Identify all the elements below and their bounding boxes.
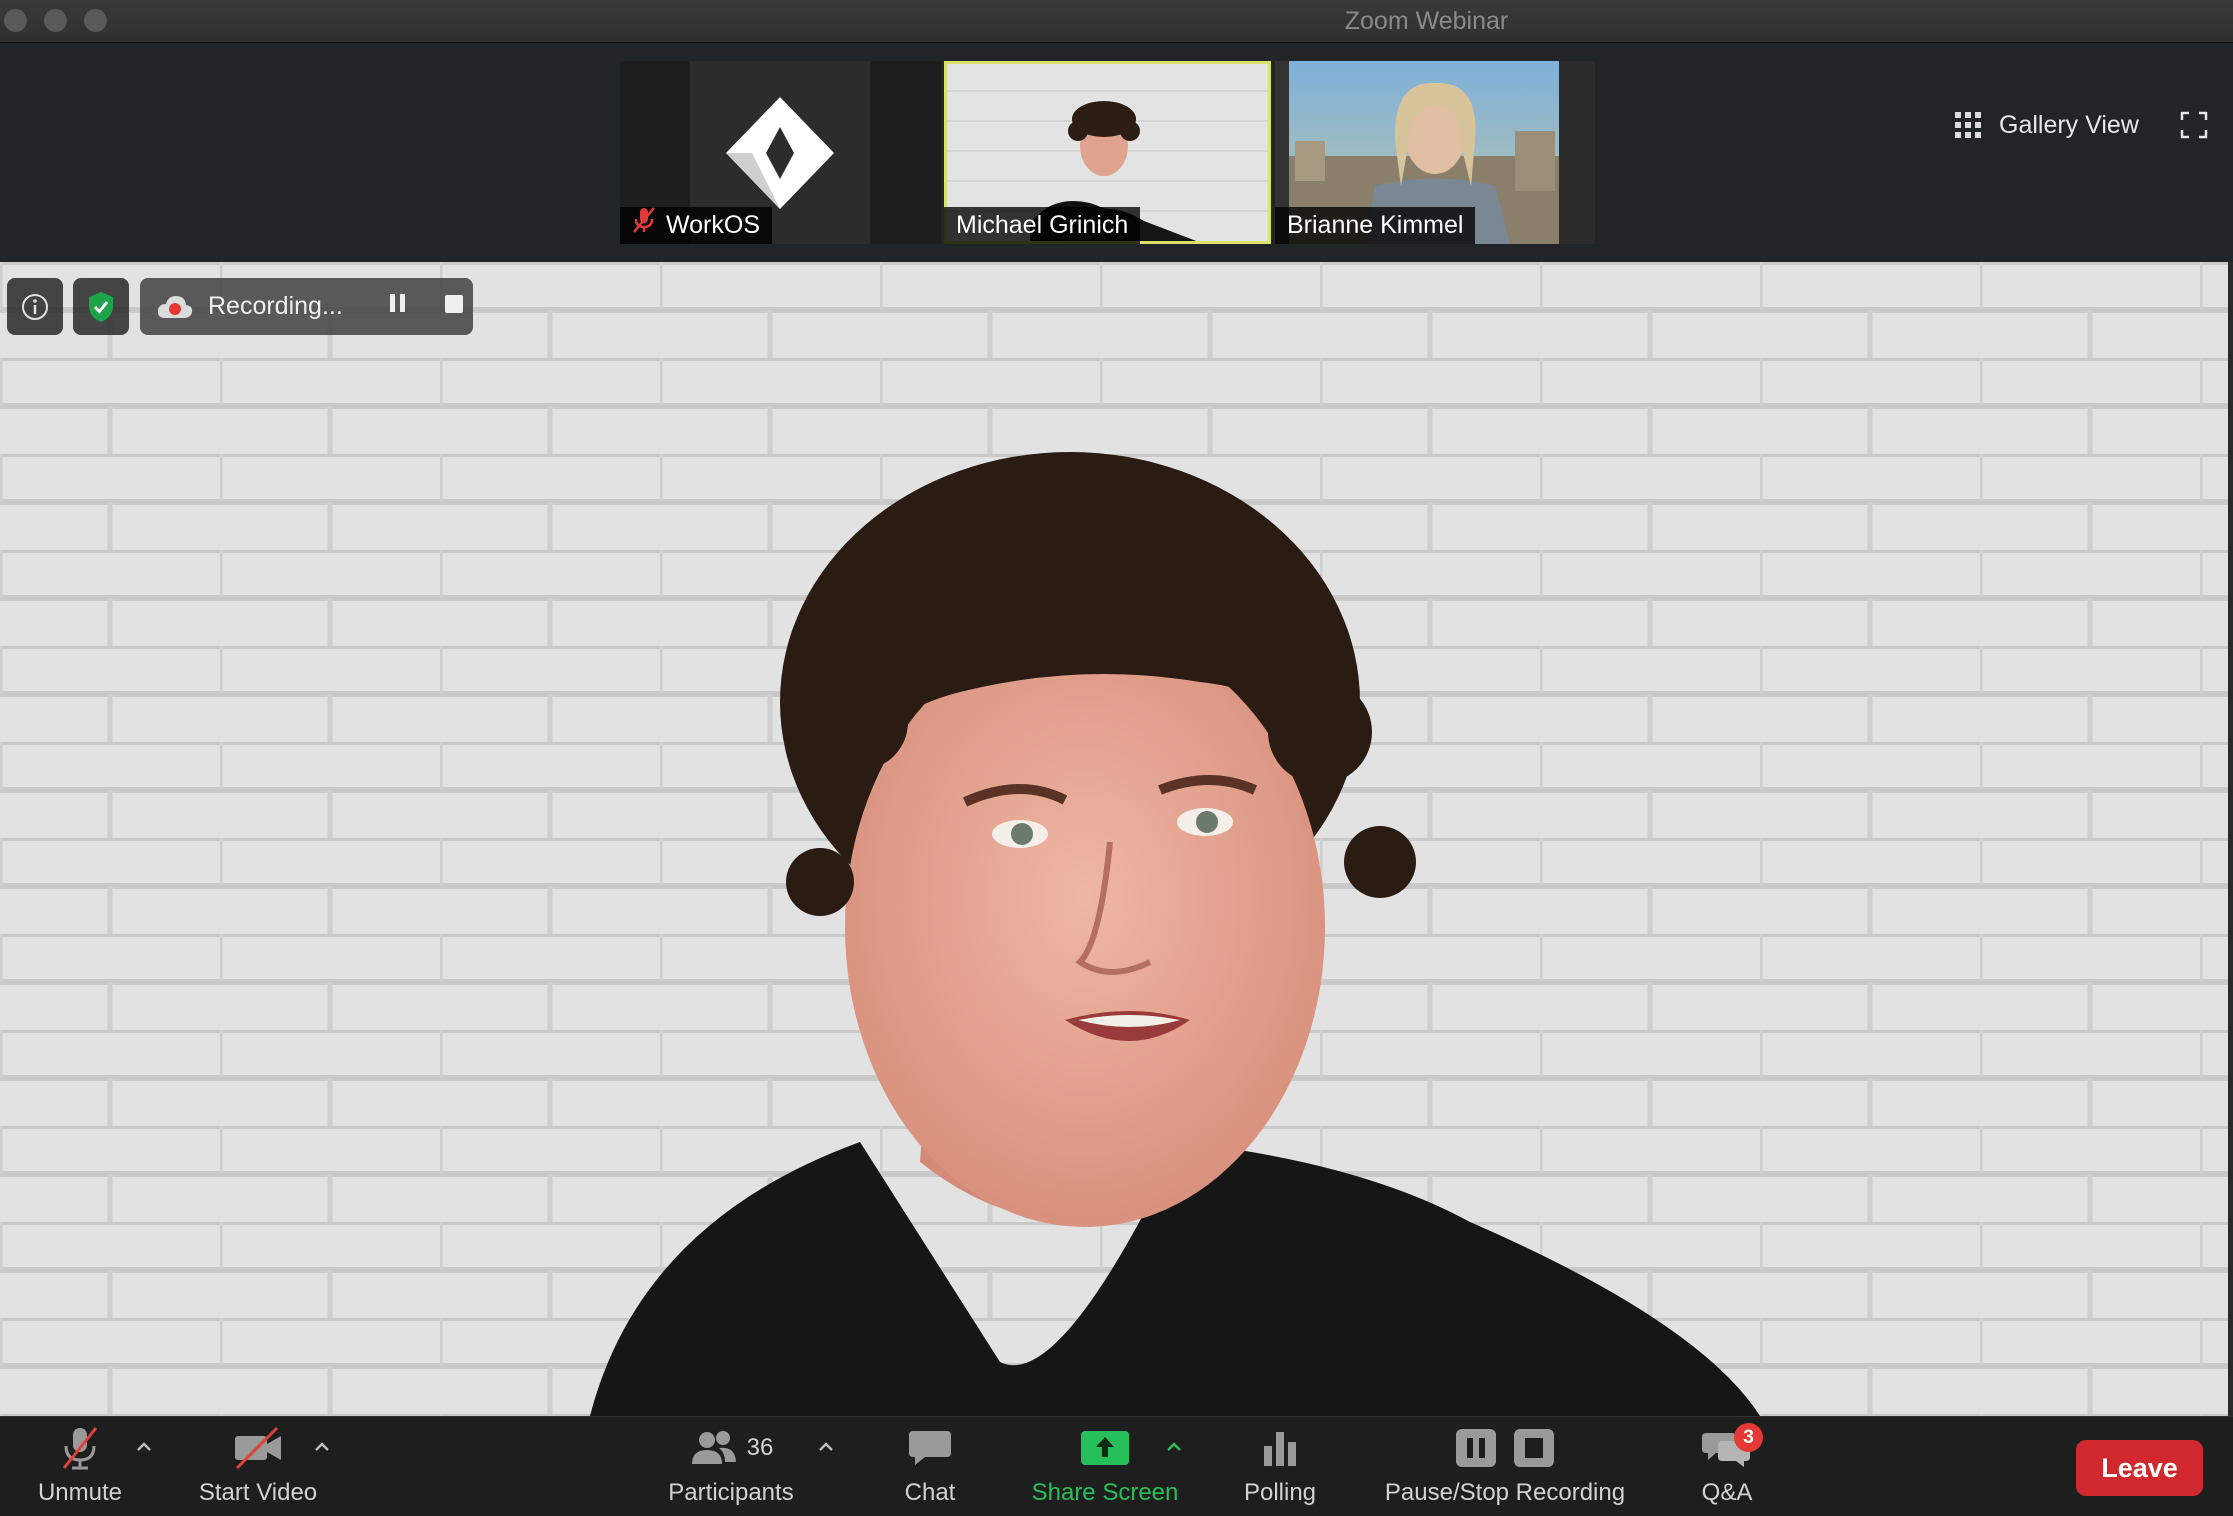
video-off-icon <box>235 1426 281 1470</box>
chat-icon <box>909 1431 951 1465</box>
participant-name: Michael Grinich <box>956 211 1129 239</box>
grid-icon <box>1955 112 1981 138</box>
start-video-label: Start Video <box>198 1479 318 1506</box>
share-screen-icon <box>1081 1431 1129 1465</box>
participant-name: WorkOS <box>666 211 760 239</box>
gallery-view-button[interactable]: Gallery View <box>1955 105 2139 145</box>
participants-label: Participants <box>668 1479 794 1506</box>
active-speaker-video <box>0 262 2228 1416</box>
participants-options-chevron-icon[interactable] <box>814 1435 838 1459</box>
participants-icon <box>691 1431 736 1464</box>
pause-stop-recording-label: Pause/Stop Recording <box>1384 1479 1626 1506</box>
chat-button[interactable]: Chat <box>890 1417 970 1516</box>
participant-tile-workos[interactable]: WorkOS <box>620 61 941 244</box>
stop-icon <box>445 295 463 313</box>
audio-options-chevron-icon[interactable] <box>132 1435 156 1459</box>
qa-label: Q&A <box>1701 1479 1753 1506</box>
window-title: Zoom Webinar <box>1344 7 1509 35</box>
mic-muted-icon <box>632 206 656 244</box>
meeting-toolbar: Unmute Start Video 36 Participants Chat … <box>0 1416 2233 1516</box>
window-title-bar: Zoom Webinar <box>0 0 2233 43</box>
recording-status-text: Recording... <box>208 292 343 320</box>
stop-recording-button[interactable] <box>444 292 464 321</box>
participant-tile-michael-grinich[interactable]: Michael Grinich <box>944 61 1271 244</box>
video-options-chevron-icon[interactable] <box>310 1435 334 1459</box>
info-icon <box>22 293 48 320</box>
security-button[interactable] <box>73 278 129 335</box>
mic-muted-icon <box>62 1427 98 1470</box>
gallery-strip: WorkOS Michael Grinich Brianne Kimmel Ga… <box>0 43 2233 262</box>
window-edge <box>2228 262 2233 1416</box>
polling-label: Polling <box>1243 1479 1317 1506</box>
pause-recording-icon <box>1456 1429 1496 1467</box>
pause-icon <box>390 294 405 312</box>
participant-name-tag: Brianne Kimmel <box>1275 207 1476 244</box>
share-screen-label: Share Screen <box>1031 1479 1179 1506</box>
shield-icon <box>89 291 113 322</box>
pause-stop-recording-button[interactable]: Pause/Stop Recording <box>1374 1417 1636 1516</box>
chat-label: Chat <box>904 1479 956 1506</box>
cloud-record-icon <box>157 295 193 318</box>
polling-button[interactable]: Polling <box>1236 1417 1324 1516</box>
gallery-view-label: Gallery View <box>1999 110 2139 139</box>
participants-count: 36 <box>746 1434 774 1461</box>
participants-button[interactable]: 36 Participants <box>660 1417 802 1516</box>
qa-notification-badge: 3 <box>1734 1423 1763 1452</box>
fullscreen-icon[interactable] <box>2180 111 2208 139</box>
unmute-button[interactable]: Unmute <box>28 1417 132 1516</box>
stop-recording-icon <box>1514 1429 1554 1467</box>
start-video-button[interactable]: Start Video <box>190 1417 326 1516</box>
meeting-info-button[interactable] <box>7 278 63 335</box>
leave-button[interactable]: Leave <box>2076 1440 2203 1496</box>
speaker-video-frame <box>0 262 2228 1416</box>
recording-status-bar: Recording... <box>140 278 473 335</box>
share-screen-button[interactable]: Share Screen <box>1028 1417 1182 1516</box>
polling-icon <box>1264 1432 1296 1466</box>
pause-recording-button[interactable] <box>388 292 408 321</box>
share-options-chevron-icon[interactable] <box>1162 1435 1186 1459</box>
participant-tile-brianne-kimmel[interactable]: Brianne Kimmel <box>1275 61 1595 244</box>
participant-name: Brianne Kimmel <box>1287 211 1464 239</box>
participant-name-tag: WorkOS <box>620 207 772 244</box>
participant-name-tag: Michael Grinich <box>944 207 1141 244</box>
unmute-label: Unmute <box>37 1479 123 1506</box>
